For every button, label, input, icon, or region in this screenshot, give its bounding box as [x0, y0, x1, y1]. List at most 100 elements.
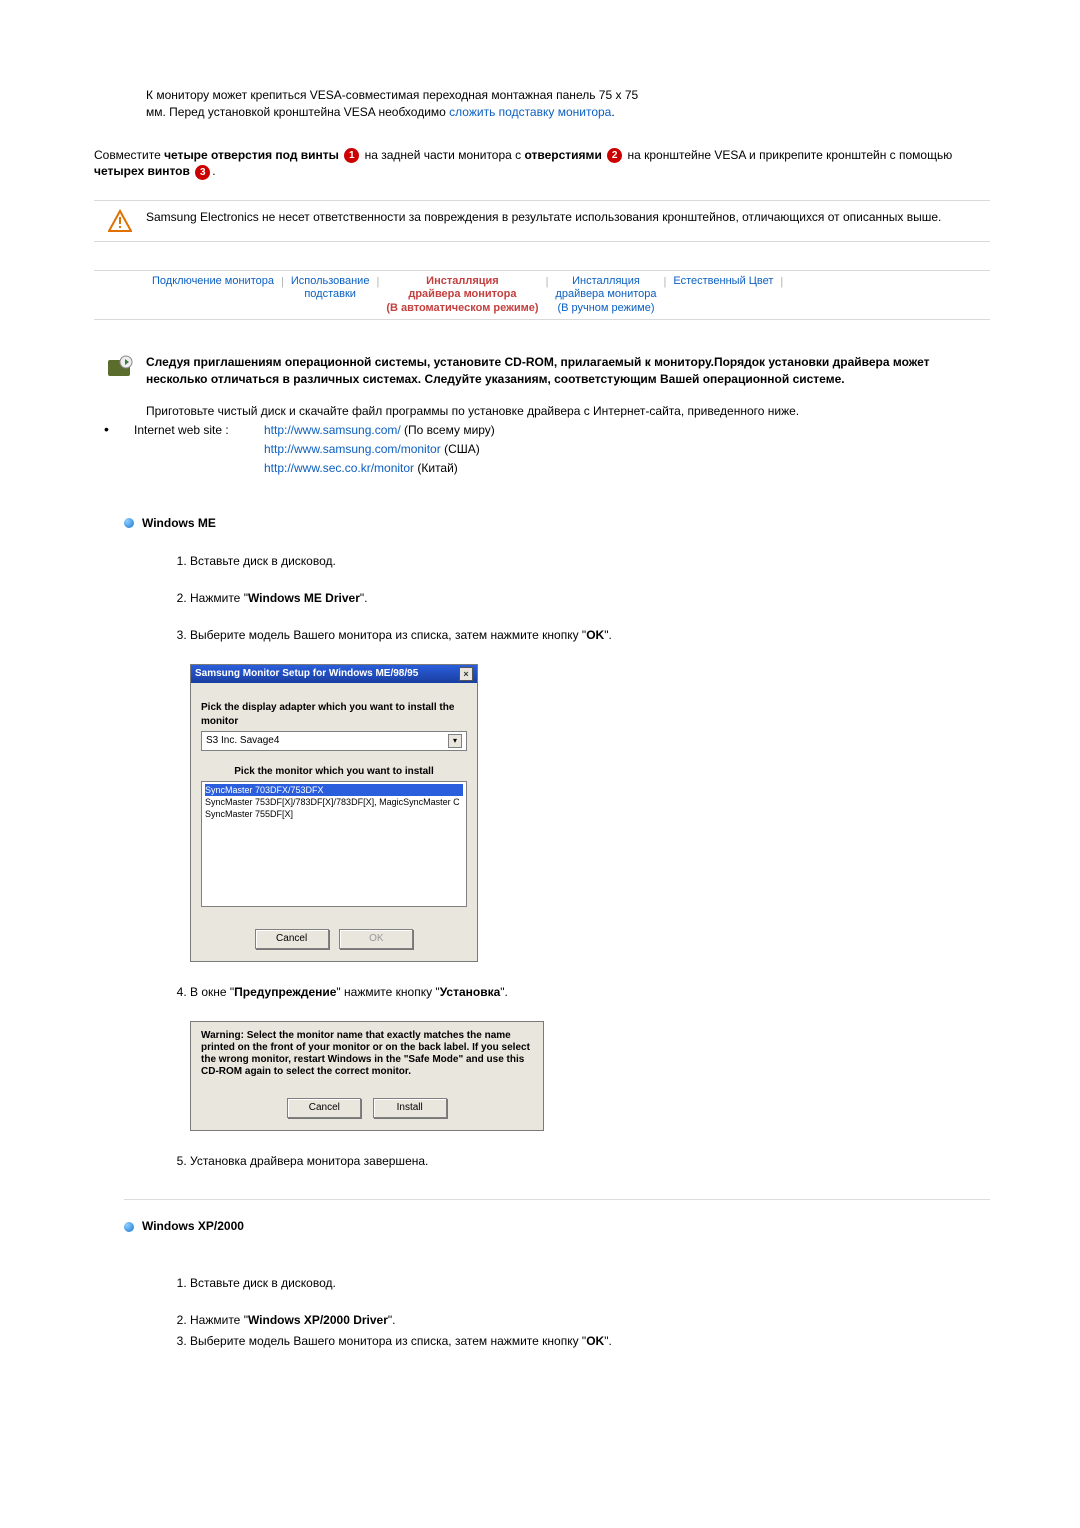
- win-xp-s3c: ".: [604, 1334, 612, 1348]
- win-xp-step3: Выберите модель Вашего монитора из списк…: [190, 1333, 990, 1350]
- header-windows-me: Windows ME: [124, 515, 990, 532]
- cdrom-bold-text: Следуя приглашениям операционной системы…: [146, 355, 930, 386]
- win-me-s3a: Выберите модель Вашего монитора из списк…: [190, 628, 586, 642]
- align-bold3: четырех винтов: [94, 164, 193, 178]
- vesa-line1: К монитору может крепиться VESA-совмести…: [146, 88, 638, 102]
- win-xp-s2c: ".: [388, 1313, 396, 1327]
- win-xp-step2: Нажмите "Windows XP/2000 Driver".: [190, 1312, 990, 1329]
- link-samsung-monitor-tail: (США): [441, 442, 480, 456]
- link-samsung-com-tail: (По всему миру): [401, 423, 495, 437]
- tab-driver-install-manual[interactable]: Инсталляция драйвера монитора (В ручном …: [549, 275, 662, 315]
- link-samsung-monitor[interactable]: http://www.samsung.com/monitor: [264, 442, 441, 456]
- win-xp-s3b: OK: [586, 1334, 604, 1348]
- tab-natural-color[interactable]: Естественный Цвет: [667, 275, 779, 288]
- win-me-s4c: " нажмите кнопку ": [336, 985, 439, 999]
- content: К монитору может крепиться VESA-совмести…: [94, 0, 990, 1350]
- tab-manual-l3: (В ручном режиме): [557, 302, 654, 314]
- cdrom-bold: Следуя приглашениям операционной системы…: [146, 354, 990, 388]
- link-samsung-com[interactable]: http://www.samsung.com/: [264, 423, 401, 437]
- tab-connect-monitor[interactable]: Подключение монитора: [146, 275, 280, 288]
- adapter-combo-value: S3 Inc. Savage4: [206, 734, 279, 748]
- bullet-blue-icon: [124, 1222, 134, 1232]
- cdrom-section: Следуя приглашениям операционной системы…: [94, 354, 990, 479]
- win-xp-step1: Вставьте диск в дисковод.: [190, 1275, 990, 1292]
- site-links: http://www.samsung.com/ (По всему миру) …: [264, 422, 990, 478]
- dialog1-label2: Pick the monitor which you want to insta…: [201, 765, 467, 779]
- tab-auto-l2: драйвера монитора: [408, 288, 516, 300]
- win-me-s3b: OK: [586, 628, 604, 642]
- cancel-button[interactable]: Cancel: [255, 929, 329, 949]
- align-a: Совместите: [94, 148, 164, 162]
- install-button[interactable]: Install: [373, 1098, 447, 1118]
- circle-3-icon: 3: [195, 165, 210, 180]
- win-me-step4: В окне "Предупреждение" нажмите кнопку "…: [190, 984, 990, 1001]
- tab-use-stand[interactable]: Использование подставки: [285, 275, 376, 301]
- tab-use-stand-l1: Использование: [291, 275, 370, 287]
- monitor-setup-dialog: Samsung Monitor Setup for Windows ME/98/…: [190, 664, 478, 962]
- list-item[interactable]: SyncMaster 755DF[X]: [205, 808, 463, 820]
- internet-site-row: • Internet web site : http://www.samsung…: [94, 422, 990, 478]
- divider: [124, 1199, 990, 1200]
- dialog1-buttons: Cancel OK: [201, 929, 467, 949]
- chevron-down-icon[interactable]: ▾: [448, 734, 462, 748]
- vesa-line2b: .: [611, 105, 614, 119]
- win-me-s4d: Установка: [440, 985, 501, 999]
- monitor-list[interactable]: SyncMaster 703DFX/753DFX SyncMaster 753D…: [201, 781, 467, 907]
- adapter-combo[interactable]: S3 Inc. Savage4 ▾: [201, 731, 467, 751]
- dialog1-body: Pick the display adapter which you want …: [191, 683, 477, 961]
- link-sec-co-kr-tail: (Китай): [414, 461, 458, 475]
- align-end: .: [212, 164, 215, 178]
- win-me-step3: Выберите модель Вашего монитора из списк…: [190, 627, 990, 644]
- warning-dialog: Warning: Select the monitor name that ex…: [190, 1021, 544, 1131]
- tab-auto-l3: (В автоматическом режиме): [386, 302, 538, 314]
- circle-2-icon: 2: [607, 148, 622, 163]
- windows-xp-title: Windows XP/2000: [142, 1218, 244, 1235]
- dialog1-holder: Samsung Monitor Setup for Windows ME/98/…: [190, 664, 990, 962]
- win-me-s3c: ".: [604, 628, 612, 642]
- dialog1-titlebar: Samsung Monitor Setup for Windows ME/98/…: [191, 665, 477, 683]
- ok-button[interactable]: OK: [339, 929, 413, 949]
- win-xp-s3a: Выберите модель Вашего монитора из списк…: [190, 1334, 586, 1348]
- win-xp-s2a: Нажмите ": [190, 1313, 248, 1327]
- align-mid2: на кронштейне VESA и прикрепите кронштей…: [624, 148, 952, 162]
- steps-win-me: Вставьте диск в дисковод. Нажмите "Windo…: [166, 553, 990, 643]
- cdrom-hint: Приготовьте чистый диск и скачайте файл …: [146, 403, 990, 420]
- link-sec-co-kr[interactable]: http://www.sec.co.kr/monitor: [264, 461, 414, 475]
- cancel-button[interactable]: Cancel: [287, 1098, 361, 1118]
- warning-dialog-buttons: Cancel Install: [201, 1098, 533, 1118]
- tab-driver-install-auto[interactable]: Инсталляция драйвера монитора (В автомат…: [380, 275, 544, 315]
- dialog1-label1: Pick the display adapter which you want …: [201, 701, 467, 729]
- win-me-step5: Установка драйвера монитора завершена.: [190, 1153, 990, 1170]
- dialog1-title-text: Samsung Monitor Setup for Windows ME/98/…: [195, 667, 418, 681]
- align-bold2: отверстиями: [525, 148, 606, 162]
- cdrom-body: Следуя приглашениям операционной системы…: [146, 354, 990, 479]
- warning-dialog-text: Warning: Select the monitor name that ex…: [201, 1030, 533, 1078]
- fold-stand-link[interactable]: сложить подставку монитора: [449, 105, 611, 119]
- win-me-s2c: ".: [360, 591, 368, 605]
- dialog1-close-button[interactable]: ×: [459, 667, 473, 681]
- align-mid1: на задней части монитора с: [361, 148, 524, 162]
- tab-use-stand-l2: подставки: [304, 288, 356, 300]
- header-windows-xp2000: Windows XP/2000: [124, 1218, 990, 1235]
- align-bold1: четыре отверстия под винты: [164, 148, 342, 162]
- site-label: Internet web site :: [134, 422, 264, 478]
- align-paragraph: Совместите четыре отверстия под винты 1 …: [94, 147, 990, 181]
- disclaimer-text: Samsung Electronics не несет ответственн…: [146, 209, 990, 226]
- vesa-info-box: К монитору может крепиться VESA-совмести…: [146, 85, 990, 123]
- menu-sep: |: [779, 275, 784, 290]
- vesa-line2a: мм. Перед установкой кронштейна VESA нео…: [146, 105, 449, 119]
- win-me-step1: Вставьте диск в дисковод.: [190, 553, 990, 570]
- steps-win-xp: Вставьте диск в дисковод. Нажмите "Windo…: [166, 1275, 990, 1349]
- warning-triangle-icon: [108, 209, 132, 233]
- list-item[interactable]: SyncMaster 703DFX/753DFX: [205, 784, 463, 796]
- steps-win-me-cont: В окне "Предупреждение" нажмите кнопку "…: [166, 984, 990, 1001]
- windows-me-title: Windows ME: [142, 515, 216, 532]
- win-me-s4a: В окне ": [190, 985, 234, 999]
- bullet-icon: •: [94, 422, 134, 478]
- disclaimer-box: Samsung Electronics не несет ответственн…: [94, 200, 990, 242]
- win-xp-s2b: Windows XP/2000 Driver: [248, 1313, 388, 1327]
- steps-win-me-end: Установка драйвера монитора завершена.: [166, 1153, 990, 1170]
- tab-auto-l1: Инсталляция: [426, 275, 499, 287]
- list-item[interactable]: SyncMaster 753DF[X]/783DF[X]/783DF[X], M…: [205, 796, 463, 808]
- tab-menu: Подключение монитора | Использование под…: [94, 270, 990, 320]
